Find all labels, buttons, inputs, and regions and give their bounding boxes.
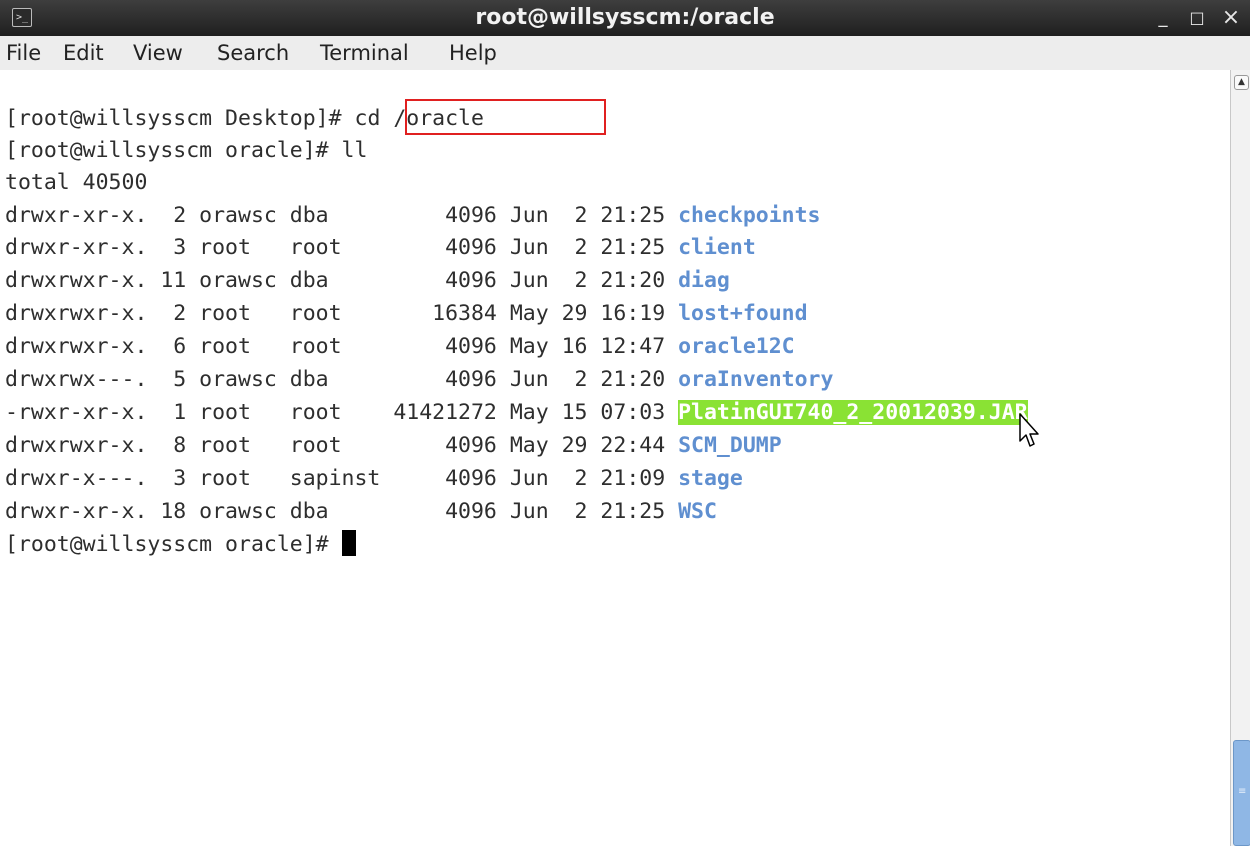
file-meta: drwxr-x---. 3 root sapinst 4096 Jun 2 21…: [5, 466, 679, 491]
window-title: root@willsysscm:/oracle: [475, 5, 775, 30]
listing-row: -rwxr-xr-x. 1 root root 41421272 May 15 …: [5, 397, 1028, 429]
maximize-button[interactable]: □: [1184, 6, 1210, 30]
listing-row: drwxrwxr-x. 2 root root 16384 May 29 16:…: [5, 298, 808, 330]
listing-row: drwxr-xr-x. 3 root root 4096 Jun 2 21:25…: [5, 232, 756, 264]
file-name: client: [678, 235, 756, 260]
file-meta: drwxrwx---. 5 orawsc dba 4096 Jun 2 21:2…: [5, 367, 679, 392]
menu-edit[interactable]: Edit: [63, 36, 104, 70]
file-name: checkpoints: [678, 203, 821, 228]
listing-row: drwxr-x---. 3 root sapinst 4096 Jun 2 21…: [5, 463, 743, 495]
file-meta: drwxr-xr-x. 18 orawsc dba 4096 Jun 2 21:…: [5, 499, 679, 524]
listing-row: drwxrwx---. 5 orawsc dba 4096 Jun 2 21:2…: [5, 364, 833, 396]
scrollbar-thumb[interactable]: ≡: [1233, 740, 1250, 846]
terminal-line-total: total 40500: [5, 170, 148, 195]
listing-row: drwxr-xr-x. 2 orawsc dba 4096 Jun 2 21:2…: [5, 200, 820, 232]
prompt: [root@willsysscm oracle]#: [5, 138, 342, 163]
file-name: oraInventory: [678, 367, 834, 392]
file-meta: drwxrwxr-x. 8 root root 4096 May 29 22:4…: [5, 433, 679, 458]
file-meta: drwxrwxr-x. 2 root root 16384 May 29 16:…: [5, 301, 679, 326]
file-meta: drwxrwxr-x. 6 root root 4096 May 16 12:4…: [5, 334, 679, 359]
highlight-box: [405, 99, 606, 135]
file-name: stage: [678, 466, 743, 491]
file-name: diag: [678, 268, 730, 293]
file-name: SCM_DUMP: [678, 433, 782, 458]
minimize-button[interactable]: _: [1150, 6, 1176, 30]
terminal-line-ll: [root@willsysscm oracle]# ll: [5, 135, 367, 167]
text-cursor: [341, 530, 356, 556]
vertical-scrollbar[interactable]: ▲ ≡: [1230, 70, 1250, 846]
menu-view[interactable]: View: [133, 36, 183, 70]
menu-bar: File Edit View Search Terminal Help: [0, 36, 1250, 71]
scroll-up-icon[interactable]: ▲: [1234, 75, 1249, 90]
mouse-pointer-icon: [1019, 413, 1039, 447]
file-name: WSC: [678, 499, 717, 524]
listing-row: drwxrwxr-x. 8 root root 4096 May 29 22:4…: [5, 430, 782, 462]
listing-row: drwxrwxr-x. 6 root root 4096 May 16 12:4…: [5, 331, 795, 363]
title-bar: >_ root@willsysscm:/oracle _ □ ×: [0, 0, 1250, 36]
file-meta: -rwxr-xr-x. 1 root root 41421272 May 15 …: [5, 400, 679, 425]
terminal-line-prompt: [root@willsysscm oracle]#: [5, 529, 356, 561]
listing-row: drwxrwxr-x. 11 orawsc dba 4096 Jun 2 21:…: [5, 265, 730, 297]
prompt: [root@willsysscm oracle]#: [5, 532, 342, 557]
menu-help[interactable]: Help: [449, 36, 497, 70]
command-text: ll: [341, 138, 368, 163]
file-meta: drwxr-xr-x. 2 orawsc dba 4096 Jun 2 21:2…: [5, 203, 679, 228]
menu-terminal[interactable]: Terminal: [320, 36, 409, 70]
file-name: oracle12C: [678, 334, 795, 359]
file-meta: drwxr-xr-x. 3 root root 4096 Jun 2 21:25: [5, 235, 679, 260]
file-name-executable: PlatinGUI740_2_20012039.JAR: [678, 400, 1028, 425]
menu-file[interactable]: File: [6, 36, 41, 70]
file-meta: drwxrwxr-x. 11 orawsc dba 4096 Jun 2 21:…: [5, 268, 679, 293]
prompt: [root@willsysscm Desktop]#: [5, 106, 355, 131]
menu-search[interactable]: Search: [217, 36, 289, 70]
file-name: lost+found: [678, 301, 808, 326]
listing-row: drwxr-xr-x. 18 orawsc dba 4096 Jun 2 21:…: [5, 496, 717, 528]
grip-icon: ≡: [1238, 786, 1247, 797]
close-button[interactable]: ×: [1218, 6, 1244, 30]
